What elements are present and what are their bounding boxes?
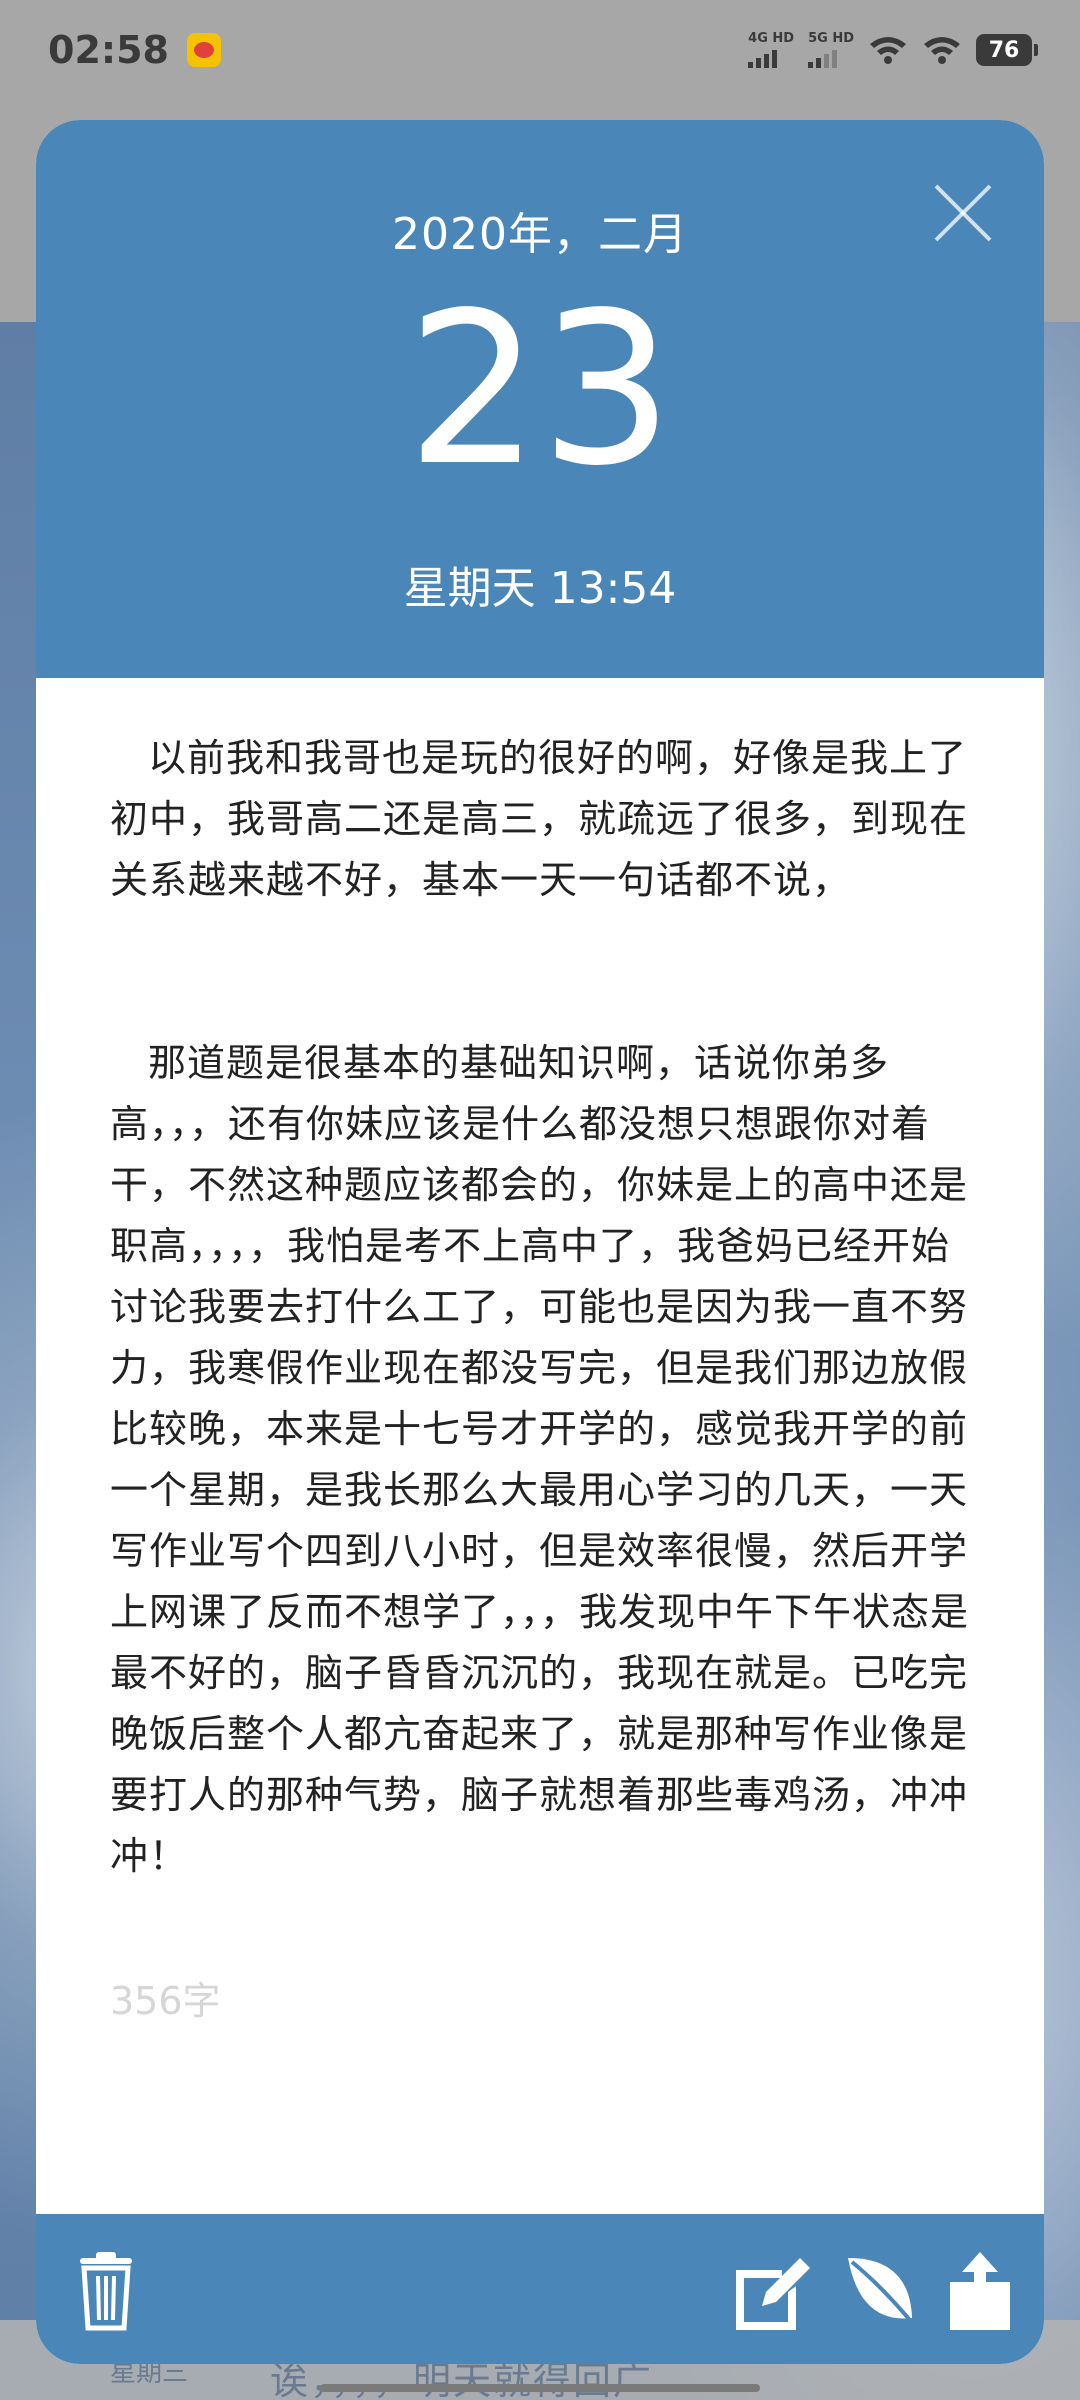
entry-date-header: 2020年，二月 23 星期天 13:54 [36, 120, 1044, 678]
status-bar: 02:58 4G HD 5G HD 76 [0, 0, 1080, 100]
home-indicator[interactable] [320, 2384, 760, 2392]
signal-1-label: 4G HD [748, 31, 795, 46]
close-icon[interactable] [932, 182, 994, 244]
signal-1-bars-icon [748, 48, 778, 68]
entry-toolbar [36, 2214, 1044, 2364]
edit-icon[interactable] [732, 2252, 812, 2332]
wifi-plus-icon [870, 37, 906, 64]
status-time: 02:58 [48, 28, 169, 72]
entry-content[interactable]: 以前我和我哥也是玩的很好的啊，好像是我上了初中，我哥高二还是高三，就疏远了很多，… [36, 678, 1044, 2218]
weibo-notification-icon [186, 33, 221, 67]
entry-paragraph-1: 以前我和我哥也是玩的很好的啊，好像是我上了初中，我哥高二还是高三，就疏远了很多，… [110, 736, 969, 902]
signal-1: 4G HD [748, 32, 794, 68]
trash-icon[interactable] [66, 2252, 146, 2332]
entry-weekday-time: 星期天 13:54 [403, 563, 677, 614]
signal-2: 5G HD [808, 32, 854, 68]
entry-year-month: 2020年，二月 [392, 209, 688, 260]
diary-entry-card: 2020年，二月 23 星期天 13:54 以前我和我哥也是玩的很好的啊，好像是… [36, 120, 1044, 2364]
share-icon[interactable] [940, 2252, 1020, 2332]
wifi-icon [924, 37, 960, 64]
leaf-icon[interactable] [840, 2252, 920, 2332]
signal-2-label: 5G HD [808, 31, 854, 46]
status-indicators: 4G HD 5G HD 76 [748, 32, 1038, 68]
entry-paragraph-2: 那道题是很基本的基础知识啊，话说你弟多高，，，还有你妹应该是什么都没想只想跟你对… [110, 1041, 970, 1878]
battery-level: 76 [988, 37, 1020, 63]
entry-day: 23 [406, 267, 674, 512]
signal-2-bars-icon [808, 48, 838, 68]
battery-icon: 76 [976, 34, 1038, 66]
word-count: 356字 [110, 1979, 221, 2023]
